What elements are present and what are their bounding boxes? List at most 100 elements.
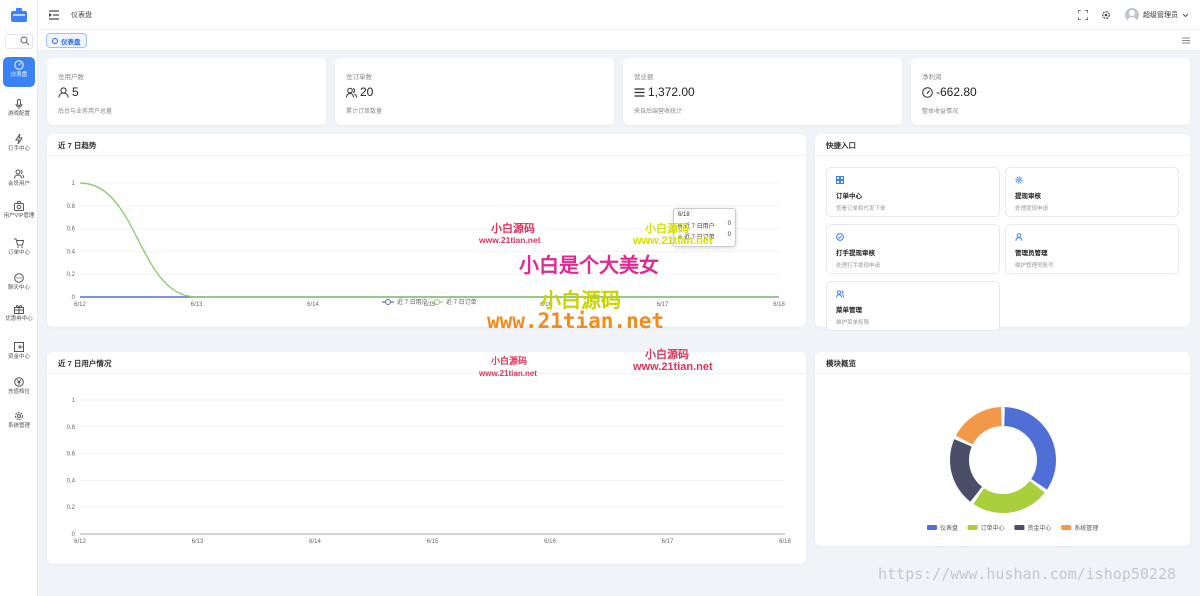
- yen-icon: [14, 377, 24, 387]
- trend-chart-card: 近 7 日趋势 0 0.2 0.4 0.6 0.8 1 6/12 6/13 6/14 6/15 6/…: [47, 134, 806, 327]
- quick-entry-menu-management[interactable]: 菜单管理 维护菜单权限: [826, 281, 1000, 331]
- sidebar-item-label: 仪表盘: [10, 72, 28, 78]
- pie-slice[interactable]: [955, 407, 1002, 445]
- quick-entry-admin-management[interactable]: 管理员管理 维护管理员账号: [1005, 224, 1179, 274]
- lightning-icon: [15, 134, 23, 144]
- sidebar-item-label: 会员用户: [7, 181, 30, 187]
- sidebar-item-label: 用户VIP管理: [3, 213, 35, 219]
- legend-marker-icon[interactable]: [385, 299, 391, 305]
- sidebar: 仪表盘游戏配置打手中心会员用户用户VIP管理 订单中心聊天中心优惠券中心资金中心充…: [0, 0, 38, 596]
- sidebar-item[interactable]: 打手中心: [3, 131, 35, 153]
- sidebar-item[interactable]: 充值档位: [3, 374, 35, 396]
- quick-entry-title: 管理员管理: [1015, 250, 1048, 257]
- stat-sub: 整体收益情况: [922, 109, 959, 115]
- dashboard-icon: [52, 37, 58, 44]
- sidebar-item[interactable]: 订单中心: [3, 235, 35, 257]
- pie-slice[interactable]: [973, 480, 1045, 513]
- stat-card-users: 总用户数 5 后台与业务用户总量: [47, 58, 326, 125]
- sidebar-item-label: 订单中心: [7, 250, 30, 256]
- fullscreen-icon[interactable]: [1078, 10, 1088, 20]
- user-menu[interactable]: 超级管理员: [1125, 7, 1189, 23]
- sidebar-search-input[interactable]: [5, 34, 33, 49]
- stat-card-profit: 净利润 -662.80 整体收益情况: [911, 58, 1190, 125]
- legend-label[interactable]: 资金中心: [1027, 524, 1051, 532]
- sidebar-item-label: 打手中心: [7, 146, 30, 152]
- quick-entry-title: 菜单管理: [836, 307, 862, 314]
- stat-label: 总订单数: [346, 74, 372, 81]
- menu-fold-icon[interactable]: [49, 10, 59, 20]
- sidebar-item[interactable]: 用户VIP管理: [3, 198, 35, 220]
- user-icon: [1015, 233, 1023, 241]
- sidebar-item[interactable]: 聊天中心: [3, 270, 35, 292]
- sidebar-item[interactable]: 资金中心: [3, 339, 35, 361]
- pie-slice[interactable]: [1004, 407, 1056, 490]
- y-tick-label: 0.2: [67, 272, 76, 278]
- legend-label[interactable]: 近 7 日用户: [397, 298, 428, 306]
- legend-swatch-icon: [927, 525, 937, 530]
- sidebar-item-label: 资金中心: [7, 354, 30, 360]
- wallet-icon: [14, 342, 24, 352]
- x-tick-label: 6/14: [309, 539, 321, 545]
- x-tick-label: 6/14: [307, 302, 319, 308]
- quick-entry-title: 提现审核: [1015, 193, 1041, 200]
- y-tick-label: 0: [72, 532, 76, 538]
- sidebar-item-label: 聊天中心: [7, 285, 30, 291]
- stat-label: 总用户数: [58, 74, 84, 81]
- quick-entry-desc: 维护管理员账号: [1015, 263, 1054, 269]
- users-chart: 0 0.2 0.4 0.6 0.8 1 6/12 6/13 6/14 6/15 6/16 6/17 6/…: [67, 398, 792, 545]
- y-tick-label: 1: [72, 181, 76, 187]
- stat-sub: 累计订单数量: [346, 109, 383, 115]
- sidebar-item[interactable]: 游戏配置: [3, 96, 35, 118]
- sidebar-item[interactable]: 系统管理: [3, 408, 35, 430]
- module-overview-card: 模块概览 仪表盘 订单中心 资金中心 系统管理: [815, 352, 1190, 546]
- tab-menu-icon[interactable]: [1182, 37, 1190, 44]
- sidebar-item[interactable]: 优惠券中心: [3, 301, 35, 323]
- users-icon: [14, 169, 24, 179]
- quick-entry-card: 快捷入口 订单中心 查看订单和代发下单 提现审核 处理提现申请 打手提现审核 处…: [815, 134, 1190, 331]
- legend-label[interactable]: 订单中心: [981, 524, 1005, 532]
- users-chart-card: 近 7 日用户情况 0 0.2 0.4 0.6 0.8 1 6/12 6/13 6/14 6/15…: [47, 352, 806, 564]
- topbar: 仪表盘 超级管理员: [38, 0, 1200, 30]
- stat-card-revenue: 营业额 1,372.00 来自后端营收统计: [623, 58, 902, 125]
- breadcrumb: 仪表盘: [71, 12, 92, 19]
- settings-icon[interactable]: [1101, 10, 1111, 20]
- module-pie-chart: 仪表盘 订单中心 资金中心 系统管理: [927, 407, 1098, 532]
- sidebar-item[interactable]: 仪表盘: [3, 57, 35, 87]
- y-tick-label: 0.8: [67, 425, 76, 431]
- tab-dashboard[interactable]: 仪表盘: [46, 33, 87, 48]
- sidebar-item[interactable]: 会员用户: [3, 166, 35, 188]
- tab-bar: 仪表盘: [38, 30, 1200, 51]
- list-icon: [634, 87, 645, 97]
- users-icon: [836, 290, 844, 298]
- dashboard-icon: [14, 60, 24, 70]
- legend-marker-icon[interactable]: [434, 299, 440, 305]
- y-tick-label: 0.6: [67, 452, 76, 458]
- chat-icon: [14, 273, 24, 283]
- legend-label[interactable]: 仪表盘: [940, 524, 958, 532]
- stat-value: 1,372.00: [634, 85, 695, 99]
- stat-sub: 来自后端营收统计: [634, 109, 683, 115]
- y-tick-label: 0.4: [67, 249, 76, 255]
- tooltip-title: 6/18: [678, 212, 690, 218]
- quick-entry-title: 订单中心: [836, 193, 862, 200]
- quick-entry-player-withdraw-review[interactable]: 打手提现审核 处理打手提现申请: [826, 224, 1000, 274]
- stat-label: 净利润: [922, 74, 942, 81]
- quick-entry-withdraw-review[interactable]: 提现审核 处理提现申请: [1005, 167, 1179, 217]
- legend-label[interactable]: 近 7 日订单: [446, 298, 477, 306]
- legend-label[interactable]: 系统管理: [1074, 524, 1098, 532]
- y-tick-label: 0.2: [67, 505, 76, 511]
- quick-entry-title: 快捷入口: [815, 134, 1190, 156]
- x-tick-label: 6/12: [74, 539, 86, 545]
- sidebar-item-label: 游戏配置: [7, 111, 30, 117]
- gear-icon: [1015, 176, 1023, 184]
- tooltip-row: 近 7 日用户 0: [678, 221, 731, 230]
- check-circle-icon: [836, 233, 844, 241]
- user-icon: [58, 86, 69, 98]
- watermark-footer: https://www.hushan.com/ishop50228: [878, 565, 1177, 583]
- stat-label: 营业额: [634, 74, 654, 81]
- y-tick-label: 0.8: [67, 204, 76, 210]
- pie-slice[interactable]: [950, 439, 983, 502]
- quick-entry-title: 打手提现审核: [836, 250, 875, 257]
- quick-entry-order-center[interactable]: 订单中心 查看订单和代发下单: [826, 167, 1000, 217]
- quick-entry-desc: 处理提现申请: [1015, 206, 1049, 212]
